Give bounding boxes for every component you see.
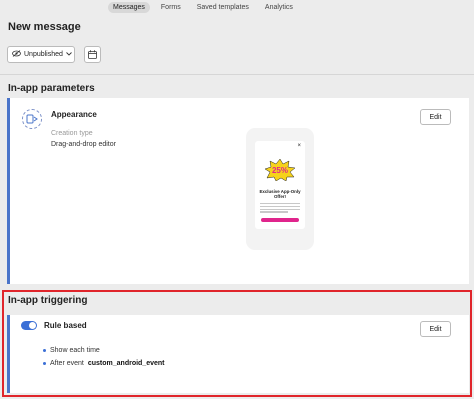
appearance-icon (22, 109, 42, 129)
nav-tab-analytics[interactable]: Analytics (260, 2, 298, 13)
calendar-icon (88, 46, 97, 64)
section-title-triggering: In-app triggering (8, 295, 88, 306)
promo-headline: Exclusive App-Only Offer! (259, 189, 301, 199)
edit-appearance-button[interactable]: Edit (420, 109, 451, 125)
eye-slash-icon (12, 50, 21, 59)
promo-body (260, 203, 300, 214)
top-nav: Messages Forms Saved templates Analytics (108, 2, 298, 13)
nav-tab-forms[interactable]: Forms (156, 2, 186, 13)
badge-text: 25% (272, 166, 288, 175)
triggering-card: Rule based Edit Show each time After eve… (7, 315, 469, 393)
preview-screen: × 25% Exclusive App-Only Offer! (255, 141, 305, 229)
discount-burst-icon: 25% (265, 159, 295, 181)
after-event-name: custom_android_event (87, 360, 165, 367)
trigger-after-event: After event custom_android_event (43, 360, 165, 367)
page-title: New message (8, 21, 81, 33)
nav-tab-messages[interactable]: Messages (108, 2, 150, 13)
trigger-show-each-time: Show each time (43, 347, 100, 354)
bullet-dot (43, 362, 46, 365)
phone-preview: × 25% Exclusive App-Only Offer! (246, 128, 314, 250)
close-icon: × (297, 143, 301, 149)
bullet-dot (43, 349, 46, 352)
nav-tab-saved-templates[interactable]: Saved templates (192, 2, 254, 13)
rule-based-title: Rule based (44, 321, 87, 330)
schedule-button[interactable] (84, 46, 101, 63)
creation-type-value: Drag-and-drop editor (51, 141, 116, 148)
appearance-title: Appearance (51, 110, 97, 119)
status-dropdown[interactable]: Unpublished (7, 46, 75, 63)
promo-cta-button (261, 218, 299, 222)
appearance-card: Appearance Creation type Drag-and-drop e… (7, 98, 469, 284)
rule-based-toggle[interactable] (21, 321, 37, 330)
chevron-down-icon (66, 51, 72, 58)
status-value: Unpublished (24, 51, 63, 58)
section-title-parameters: In-app parameters (8, 83, 95, 94)
divider (0, 74, 474, 75)
show-each-time-text: Show each time (50, 347, 100, 354)
edit-triggering-button[interactable]: Edit (420, 321, 451, 337)
after-event-prefix: After event (50, 360, 84, 367)
creation-type-label: Creation type (51, 130, 93, 137)
